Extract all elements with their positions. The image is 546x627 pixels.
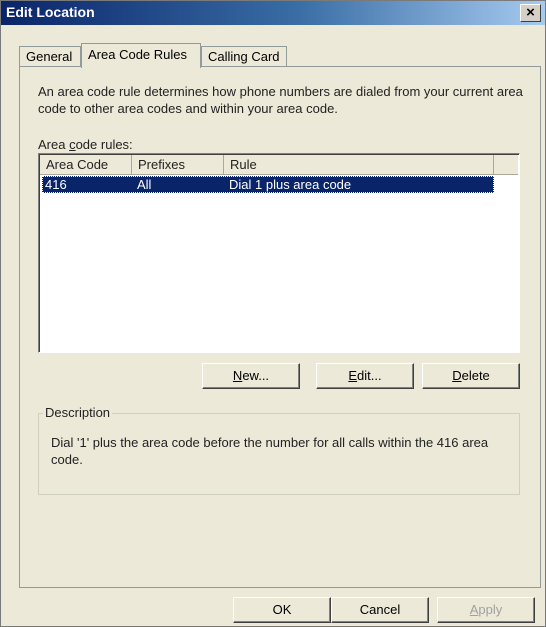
new-label-rest: ew... [242,368,270,383]
description-text: Dial '1' plus the area code before the n… [51,435,489,467]
title-bar[interactable]: Edit Location × [1,1,545,25]
column-header-prefixes[interactable]: Prefixes [132,155,224,175]
cell-rule: Dial 1 plus area code [229,177,352,192]
tab-general[interactable]: General [19,46,81,67]
cancel-button[interactable]: Cancel [331,597,429,623]
apply-label-rest: pply [478,602,503,617]
list-header: Area Code Prefixes Rule [40,155,518,175]
cell-area-code: 416 [45,177,67,192]
label-suffix: ode rules: [75,137,133,152]
apply-button[interactable]: Apply [437,597,535,623]
window-title: Edit Location [6,4,95,20]
edit-accelerator: E [348,368,358,383]
delete-button[interactable]: Delete [422,363,520,389]
description-group: Description Dial '1' plus the area code … [38,405,520,495]
label-prefix: Area [38,137,70,152]
column-header-area-code[interactable]: Area Code [40,155,132,175]
description-title: Description [43,405,113,420]
new-accelerator: N [232,368,243,383]
tab-panel-area-code-rules: An area code rule determines how phone n… [19,66,541,588]
delete-accelerator: D [452,368,462,383]
intro-text: An area code rule determines how phone n… [38,84,523,116]
area-code-rules-list[interactable]: Area Code Prefixes Rule 416 All Dial 1 p… [38,153,520,353]
edit-location-dialog: Edit Location × General Area Code Rules … [0,0,546,627]
column-header-filler [494,155,518,175]
area-code-rules-label: Area code rules: [38,137,133,152]
tab-calling-card[interactable]: Calling Card [201,46,287,67]
tab-area-code-rules[interactable]: Area Code Rules [81,43,201,68]
close-button[interactable]: × [520,4,541,22]
delete-label-rest: elete [461,368,490,383]
new-button[interactable]: New... [202,363,300,389]
edit-button[interactable]: Edit... [316,363,414,389]
cell-prefixes: All [137,177,152,192]
table-row[interactable]: 416 All Dial 1 plus area code [42,176,494,193]
edit-label-rest: dit... [357,368,382,383]
column-header-rule[interactable]: Rule [224,155,494,175]
ok-button[interactable]: OK [233,597,331,623]
